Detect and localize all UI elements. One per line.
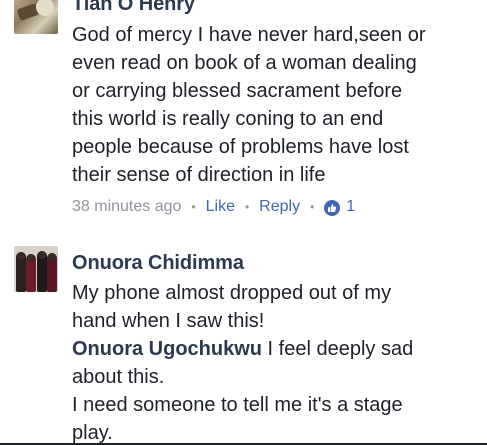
- reaction-count[interactable]: 1: [346, 198, 355, 216]
- separator-dot: •: [310, 200, 315, 214]
- mention-link[interactable]: Onuora Ugochukwu: [72, 338, 262, 360]
- avatar[interactable]: [14, 0, 58, 34]
- comment-timestamp[interactable]: 38 minutes ago: [72, 198, 181, 216]
- avatar-image-detail: [47, 253, 57, 292]
- comment-text-line: I need someone to tell me it's a stage: [72, 394, 403, 416]
- comment-text-line: hand when I saw this!: [72, 310, 265, 332]
- comment-text-line: people because of problems have lost: [72, 136, 409, 158]
- like-button[interactable]: Like: [206, 198, 235, 216]
- comment-body: Onuora Chidimma My phone almost dropped …: [72, 251, 479, 445]
- comment-text-line: even read on book of a woman dealing: [72, 52, 417, 74]
- comment-author[interactable]: Tian O Henry: [72, 0, 479, 17]
- comment-body: Tian O Henry God of mercy I have never h…: [72, 0, 479, 219]
- comment-text-line: My phone almost dropped out of my: [72, 282, 392, 304]
- comment-thread: Tian O Henry God of mercy I have never h…: [0, 0, 487, 445]
- comment-author[interactable]: Onuora Chidimma: [72, 251, 479, 276]
- comment-text-line: their sense of direction in life: [72, 164, 326, 186]
- avatar-image-detail: [37, 251, 47, 292]
- comment-text-line: I feel deeply sad: [262, 338, 414, 360]
- comment-text-line: about this.: [72, 366, 165, 388]
- comment-text-line: or carrying blessed sacrament before: [72, 80, 403, 102]
- comment-text-line: God of mercy I have never hard,seen or: [72, 24, 426, 46]
- avatar[interactable]: [14, 246, 58, 292]
- reply-button[interactable]: Reply: [259, 198, 300, 216]
- separator-dot: •: [191, 200, 196, 214]
- separator-dot: •: [244, 200, 250, 214]
- thumbs-up-icon[interactable]: [324, 200, 341, 216]
- avatar-image-detail: [36, 0, 54, 16]
- comment-text: My phone almost dropped out of my hand w…: [72, 279, 479, 445]
- comment-text: God of mercy I have never hard,seen or e…: [72, 21, 479, 189]
- comment-meta: 38 minutes ago • Like • Reply • 1: [72, 195, 479, 219]
- comment-text-line: this world is really coning to an end: [72, 108, 384, 130]
- avatar-image-detail: [16, 252, 26, 292]
- thumbs-up-glyph: [328, 204, 337, 212]
- comment-text-line: play.: [72, 422, 113, 444]
- avatar-image-detail: [26, 254, 36, 292]
